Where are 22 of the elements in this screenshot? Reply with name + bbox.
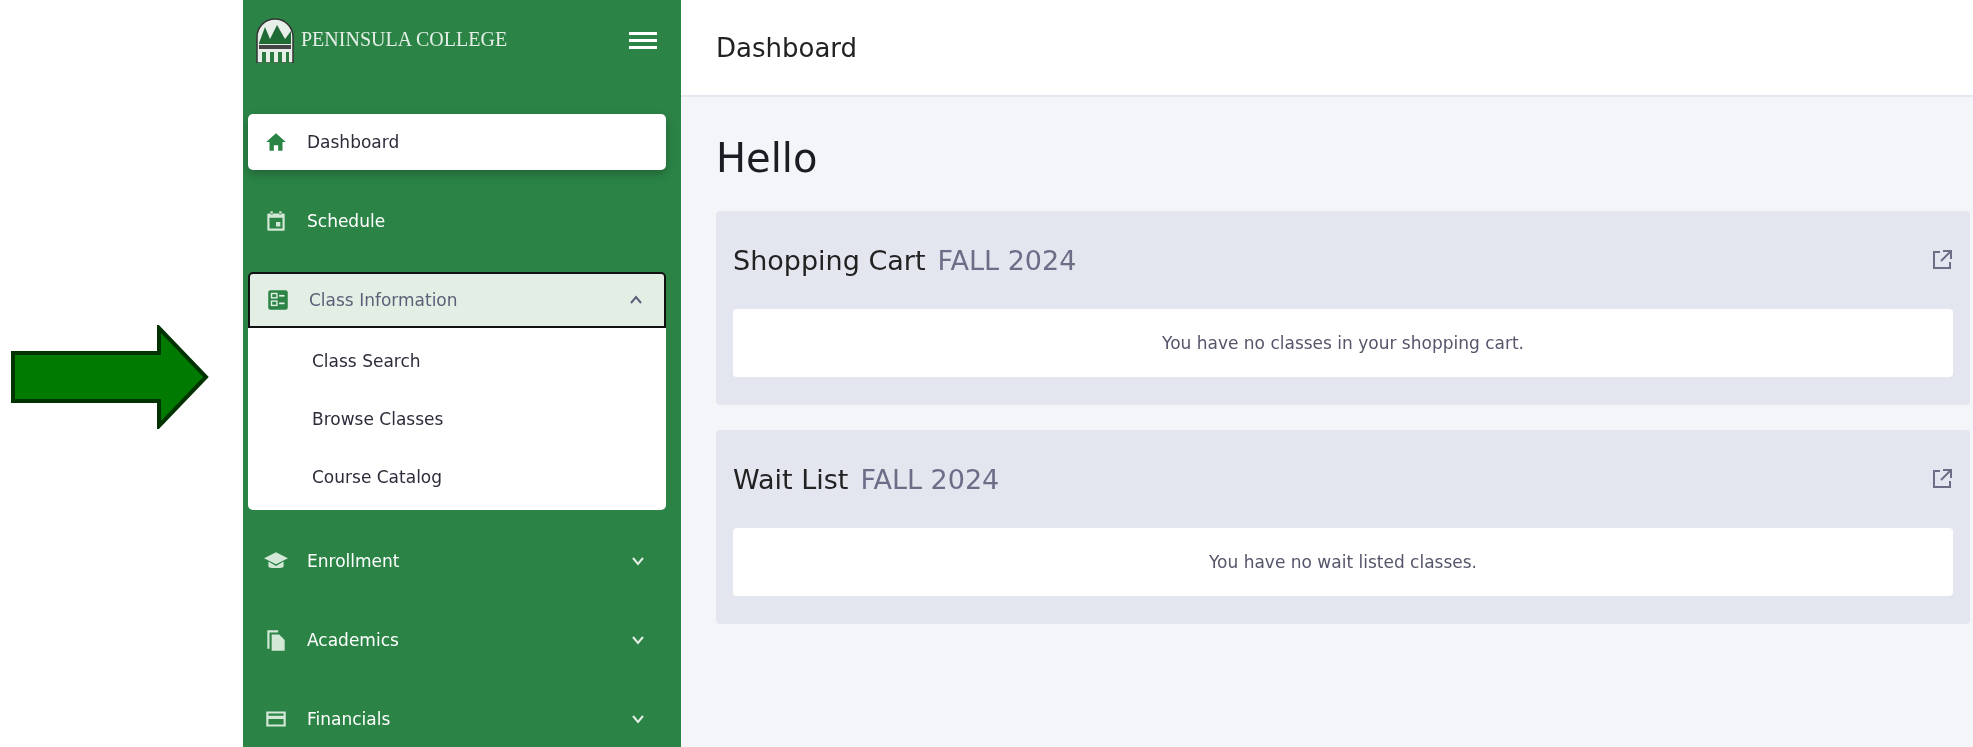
external-link-icon[interactable] xyxy=(1931,249,1953,271)
external-link-icon[interactable] xyxy=(1931,468,1953,490)
empty-message: You have no classes in your shopping cart. xyxy=(733,309,1953,377)
nav-item[interactable]: Enrollment xyxy=(248,533,666,589)
nav-icon xyxy=(265,287,291,313)
submenu-item[interactable]: Class Search xyxy=(248,332,666,390)
card-title: Wait List xyxy=(733,463,849,495)
nav-item[interactable]: Academics xyxy=(248,612,666,668)
nav-item[interactable]: Financials xyxy=(248,691,666,747)
logo-icon xyxy=(255,16,295,63)
empty-message: You have no wait listed classes. xyxy=(733,528,1953,596)
page-title: Dashboard xyxy=(681,0,1973,97)
submenu-item[interactable]: Course Catalog xyxy=(248,448,666,506)
card-title: Shopping Cart xyxy=(733,244,926,276)
submenu-item[interactable]: Browse Classes xyxy=(248,390,666,448)
nav-item[interactable]: Dashboard xyxy=(248,114,666,170)
nav-item[interactable]: Class Information xyxy=(248,272,666,328)
greeting: Hello xyxy=(716,135,819,181)
nav-item[interactable]: Schedule xyxy=(248,193,666,249)
college-name: PENINSULA COLLEGE xyxy=(301,28,509,51)
term-label: FALL 2024 xyxy=(937,244,1078,276)
term-label: FALL 2024 xyxy=(860,463,1001,495)
